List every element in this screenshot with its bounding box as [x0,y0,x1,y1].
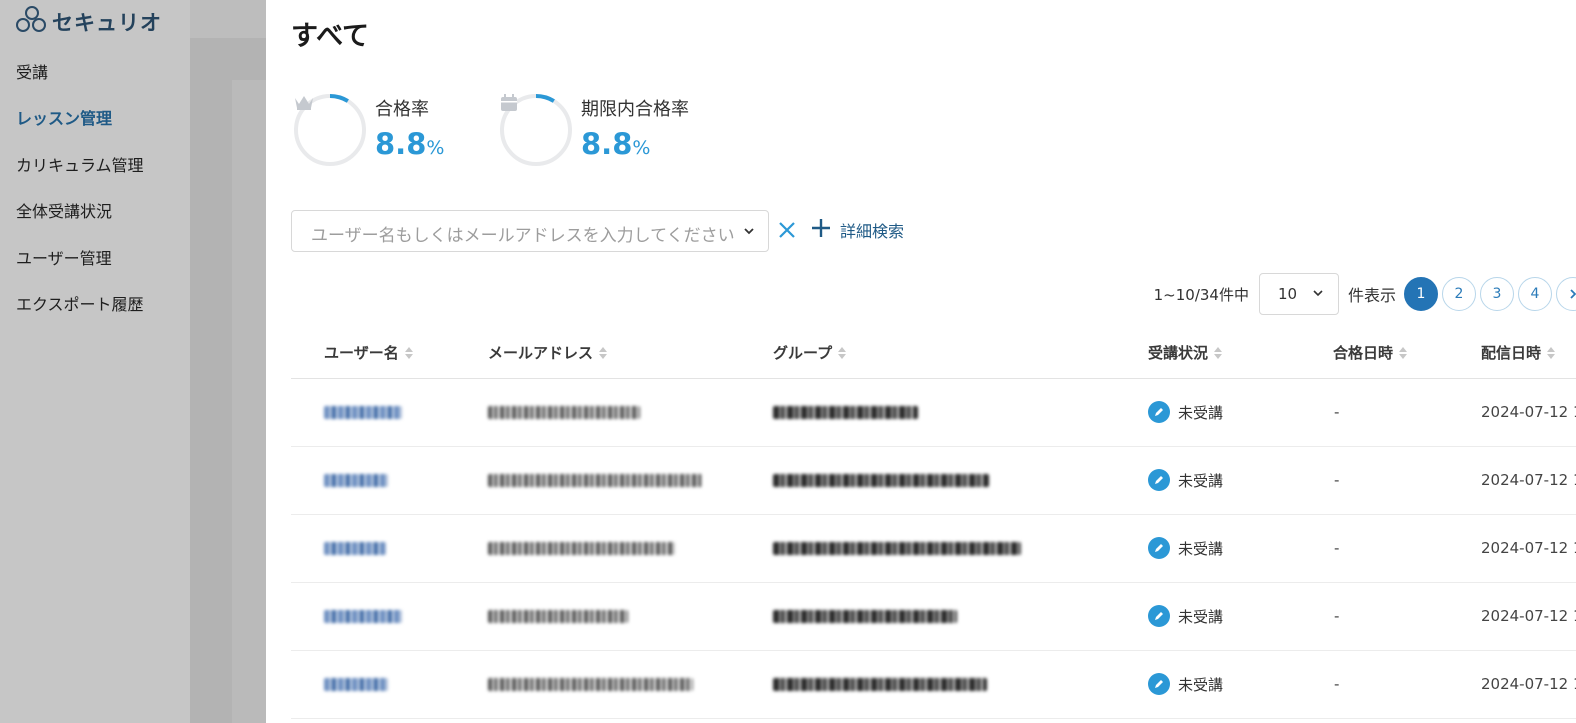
passed-at-cell: - [1334,539,1340,557]
pencil-icon [1148,401,1170,423]
lesson-status-drawer: すべて 合格率 8.8% 期限内合格率 8.8% ユーザー名もしくはメールアドレ… [266,0,1576,723]
table-row[interactable]: 未受講 - 2024-07-12 1 [291,583,1576,651]
redacted-group [773,678,987,691]
table-row[interactable]: 未受講 - 2024-07-12 1 [291,651,1576,719]
passed-at-cell: - [1334,607,1340,625]
page-size-select[interactable]: 10 [1258,273,1339,315]
backdrop-card [232,80,266,723]
redacted-group [773,474,989,487]
advanced-search-button[interactable]: 詳細検索 [810,217,904,243]
table-row[interactable]: 未受講 - 2024-07-12 1 [291,515,1576,583]
redacted-group [773,542,1021,555]
page-button-3[interactable]: 3 [1480,277,1514,311]
status-badge: 未受講 [1148,401,1223,423]
sort-icon [599,346,608,359]
redacted-username[interactable] [324,542,386,555]
pencil-icon [1148,537,1170,559]
calendar-icon [499,93,573,167]
passed-at-cell: - [1334,675,1340,693]
passed-at-cell: - [1334,471,1340,489]
sort-icon [1214,346,1223,359]
page-title: すべて [291,21,370,52]
redacted-email [488,678,693,691]
backdrop-header [190,0,266,38]
redacted-email [488,406,640,419]
sidebar-item-overall-status[interactable]: 全体受講状況 [16,198,112,222]
redacted-email [488,542,675,555]
pencil-icon [1148,469,1170,491]
pencil-icon [1148,605,1170,627]
on-time-pass-rate-label: 期限内合格率 [581,99,689,120]
redacted-group [773,406,918,419]
redacted-username[interactable] [324,610,402,623]
redacted-username[interactable] [324,406,402,419]
page-button-2[interactable]: 2 [1442,277,1476,311]
sort-icon [838,346,847,359]
sort-icon [1547,346,1556,359]
on-time-pass-rate-value: 8.8% [581,127,651,161]
redacted-group [773,610,957,623]
sidebar-item-attend[interactable]: 受講 [16,59,48,83]
status-badge: 未受講 [1148,673,1223,695]
clear-search-icon[interactable] [776,219,798,241]
column-header-passed-at[interactable]: 合格日時 [1333,342,1408,363]
table-row[interactable]: 未受講 - 2024-07-12 1 [291,447,1576,515]
status-badge: 未受講 [1148,605,1223,627]
column-header-email[interactable]: メールアドレス [488,342,608,363]
logo-text: セキュリオ [52,11,162,35]
chevron-down-icon [1312,285,1324,303]
column-header-username[interactable]: ユーザー名 [324,342,413,363]
page-button-4[interactable]: 4 [1518,277,1552,311]
user-search-select[interactable]: ユーザー名もしくはメールアドレスを入力してください [291,210,769,252]
pass-rate-value: 8.8% [375,127,445,161]
delivered-at-cell: 2024-07-12 1 [1481,403,1576,421]
crown-icon [293,93,367,167]
advanced-search-label: 詳細検索 [840,222,905,241]
pass-rate-ring [293,93,367,167]
redacted-username[interactable] [324,678,388,691]
table-row[interactable]: 未受講 - 2024-07-12 1 [291,379,1576,447]
sidebar-item-user-management[interactable]: ユーザー管理 [16,245,112,269]
column-header-delivered-at[interactable]: 配信日時 [1481,342,1556,363]
column-header-status[interactable]: 受講状況 [1148,342,1223,363]
chevron-right-icon [1570,289,1576,299]
delivered-at-cell: 2024-07-12 1 [1481,607,1576,625]
sidebar-item-curriculum-management[interactable]: カリキュラム管理 [16,152,144,176]
sidebar-item-export-history[interactable]: エクスポート履歴 [16,291,144,315]
on-time-pass-rate-ring [499,93,573,167]
status-badge: 未受講 [1148,537,1223,559]
result-count: 1~10/34件中 [1153,285,1249,304]
next-page-button[interactable] [1556,277,1576,311]
delivered-at-cell: 2024-07-12 1 [1481,471,1576,489]
pagination: 1~10/34件中 10 件表示 1 2 3 4 [1154,273,1576,315]
sort-icon [1399,346,1408,359]
plus-icon [810,217,832,243]
logo-mark-icon [16,6,48,38]
page-button-1[interactable]: 1 [1404,277,1438,311]
sort-icon [404,346,413,359]
passed-at-cell: - [1334,403,1340,421]
pencil-icon [1148,673,1170,695]
sidebar: セキュリオ 受講 レッスン管理 カリキュラム管理 全体受講状況 ユーザー管理 エ… [0,0,190,723]
on-time-pass-rate-stat: 期限内合格率 8.8% [499,93,689,167]
sidebar-item-lesson-management[interactable]: レッスン管理 [16,105,112,129]
column-header-group[interactable]: グループ [773,342,847,363]
chevron-down-icon[interactable] [742,223,756,242]
search-placeholder: ユーザー名もしくはメールアドレスを入力してください [311,226,735,246]
page-size-value: 10 [1277,285,1298,303]
redacted-username[interactable] [324,474,388,487]
delivered-at-cell: 2024-07-12 1 [1481,675,1576,693]
table-header: ユーザー名 メールアドレス グループ 受講状況 合格日時 配信日時 [291,332,1576,379]
pass-rate-stat: 合格率 8.8% [293,93,444,167]
status-badge: 未受講 [1148,469,1223,491]
pass-rate-label: 合格率 [375,99,429,120]
app-logo[interactable]: セキュリオ [16,6,162,38]
delivered-at-cell: 2024-07-12 1 [1481,539,1576,557]
redacted-email [488,474,702,487]
redacted-email [488,610,628,623]
per-page-label: 件表示 [1347,286,1396,305]
